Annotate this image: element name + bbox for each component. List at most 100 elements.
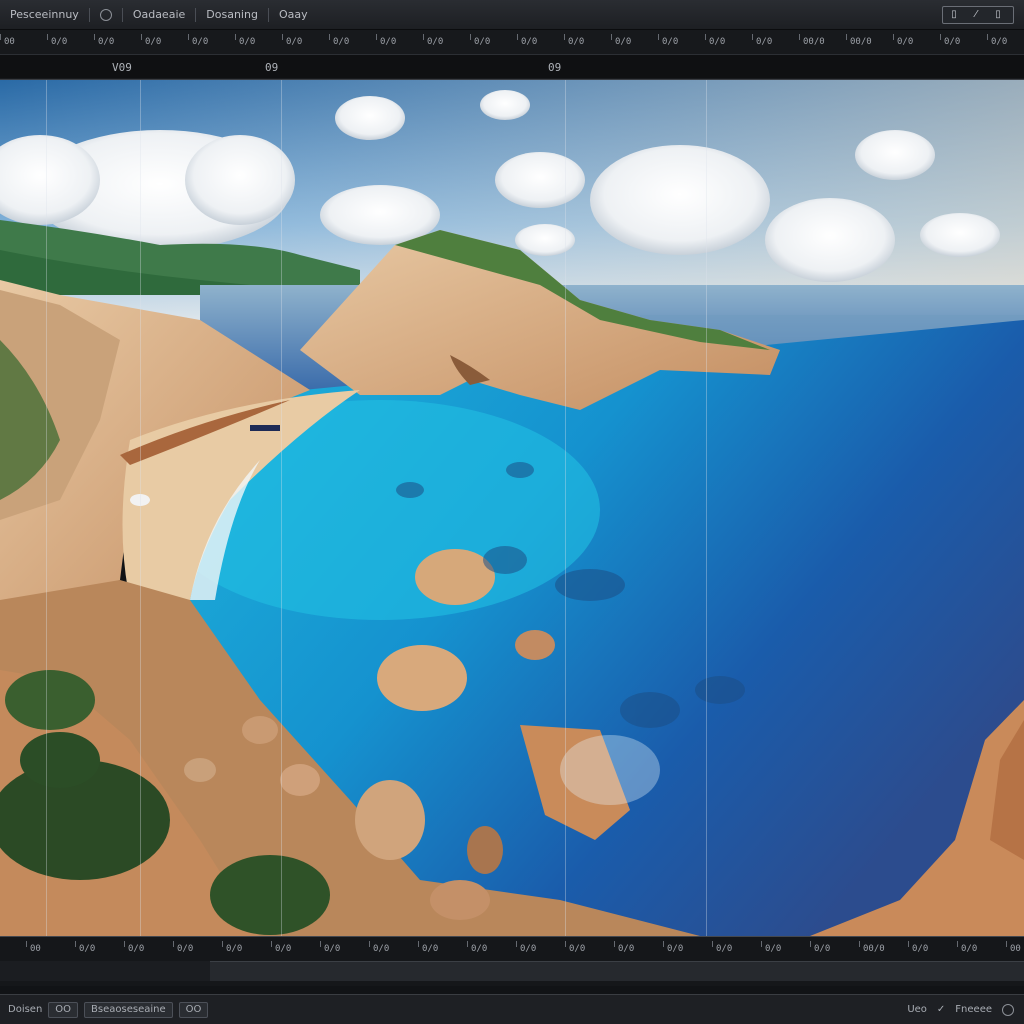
guide-line[interactable] [565,80,566,936]
menu-item-edit[interactable]: Oadaeaie [123,0,195,30]
ruler-tick-label: 0/0 [662,37,679,47]
guide-line[interactable] [140,80,141,936]
ruler-tick-label: 0/0 [716,944,733,954]
ruler-tick [846,34,847,40]
ruler-tick [705,34,706,40]
panel-icon: ▯ [995,9,1001,20]
ruler-tick-label: 0/0 [568,37,585,47]
ruler-tick [467,941,468,947]
guide-line[interactable] [46,80,47,936]
ruler-tick-label: 0/0 [961,944,978,954]
menu-item-label: Pesceeinnuy [10,8,79,21]
menu-item-file[interactable]: Pesceeinnuy [0,0,89,30]
ruler-tick-label: 00 [30,944,41,954]
menu-item-label: Oaay [278,8,308,21]
frame-label: 09 [265,61,279,74]
ruler-tick [564,34,565,40]
ruler-tick [47,34,48,40]
status-button[interactable]: OO [48,1001,79,1018]
ruler-tick [124,941,125,947]
ruler-tick-label: 0/0 [422,944,439,954]
ruler-tick [517,34,518,40]
ruler-tick [516,941,517,947]
menu-bar: Pesceeinnuy Oadaeaie Dosaning Oaay ▯ ⁄ ▯ [0,0,1024,30]
ruler-frame-row: V09 09 09 [0,54,1024,78]
ruler-tick-label: 0/0 [286,37,303,47]
guide-line[interactable] [706,80,707,936]
ruler-tick-label: 00/0 [803,37,825,47]
check-icon: ✓ [936,1004,946,1015]
ruler-tick [752,34,753,40]
ruler-tick [423,34,424,40]
ruler-tick [761,941,762,947]
ruler-tick [418,941,419,947]
ruler-tick [1006,941,1007,947]
panel-icon: ▯ [951,9,957,20]
menu-item-label: Oadaeaie [132,8,186,21]
ruler-tick-label: 0/0 [79,944,96,954]
status-button-label: Bseaoseseaine [91,1004,166,1015]
ruler-tick [663,941,664,947]
ruler-tick-label: 00/0 [850,37,872,47]
status-bar: Doisen OO Bseaoseseaine OO Ueo ✓ Fneeee [0,994,1024,1024]
status-button[interactable]: OO [178,1001,209,1018]
ruler-tick [282,34,283,40]
ruler-tick-label: 0/0 [912,944,929,954]
timeline-track[interactable]: 00 0/0 0/0 0/0 0/0 0/0 0/0 0/0 0/0 0/0 0/0 0/0 0/0 0/… [0,936,1024,986]
ruler-tick-label: 0/0 [471,944,488,954]
ruler-tick-label: 0/0 [991,37,1008,47]
ruler-tick-label: 0/0 [192,37,209,47]
ruler-tick [799,34,800,40]
circle-icon[interactable] [1002,1003,1014,1016]
pen-tool-button[interactable]: ⁄ [965,7,987,23]
ruler-tick [957,941,958,947]
track-header [0,961,210,981]
ruler-tick [893,34,894,40]
ruler-tick-label: 0/0 [333,37,350,47]
tool-group: ▯ ⁄ ▯ [942,5,1014,24]
ruler-tick [329,34,330,40]
ruler-tick-label: 0/0 [814,944,831,954]
timeline-tick-row: 00 0/0 0/0 0/0 0/0 0/0 0/0 0/0 0/0 0/0 0/0 0/0 0/0 0/… [0,941,1024,957]
ruler-tick [369,941,370,947]
ruler-tick [0,34,1,40]
clip-bar[interactable] [210,961,1024,981]
toolbar-right: ▯ ⁄ ▯ [942,5,1024,24]
ruler-tick-label: 0/0 [98,37,115,47]
ruler-tick [235,34,236,40]
ruler-tick-label: 0/0 [897,37,914,47]
ruler-tick-label: 0/0 [275,944,292,954]
menu-item-view[interactable]: Dosaning [196,0,268,30]
ruler-tick [614,941,615,947]
ruler-tick-label: 00 [4,37,15,47]
landscape-image [0,80,1024,936]
ruler-tick-label: 0/0 [128,944,145,954]
ruler-tick [859,941,860,947]
ruler-tick-label: 0/0 [618,944,635,954]
ruler-tick [940,34,941,40]
ruler-tick [271,941,272,947]
preview-viewport[interactable] [0,80,1024,936]
ruler-tick [188,34,189,40]
ruler-tick [26,941,27,947]
circle-icon [99,8,112,21]
menu-item-help[interactable]: Oaay [269,0,318,30]
ruler-tick [908,941,909,947]
status-button[interactable]: Bseaoseseaine [84,1001,173,1018]
guide-line[interactable] [281,80,282,936]
ruler-tick [376,34,377,40]
status-text: Fneeee [955,1004,992,1015]
tool-button-b[interactable]: ▯ [987,7,1009,23]
menu-item-circle[interactable] [90,0,122,30]
ruler-tick-label: 0/0 [756,37,773,47]
tool-button-a[interactable]: ▯ [943,7,965,23]
ruler-tick-label: 00/0 [863,944,885,954]
ruler-tick-label: 0/0 [427,37,444,47]
ruler-tick [611,34,612,40]
ruler-tick-label: 0/0 [569,944,586,954]
ruler-tick-label: 0/0 [324,944,341,954]
ruler-tick [712,941,713,947]
ruler-tick-label: 0/0 [615,37,632,47]
ruler-tick-label: 0/0 [944,37,961,47]
timeline-ruler[interactable]: 00 0/0 0/0 0/0 0/0 0/0 0/0 0/0 0/0 0/0 0/0 0/0 0/0 0/… [0,30,1024,80]
